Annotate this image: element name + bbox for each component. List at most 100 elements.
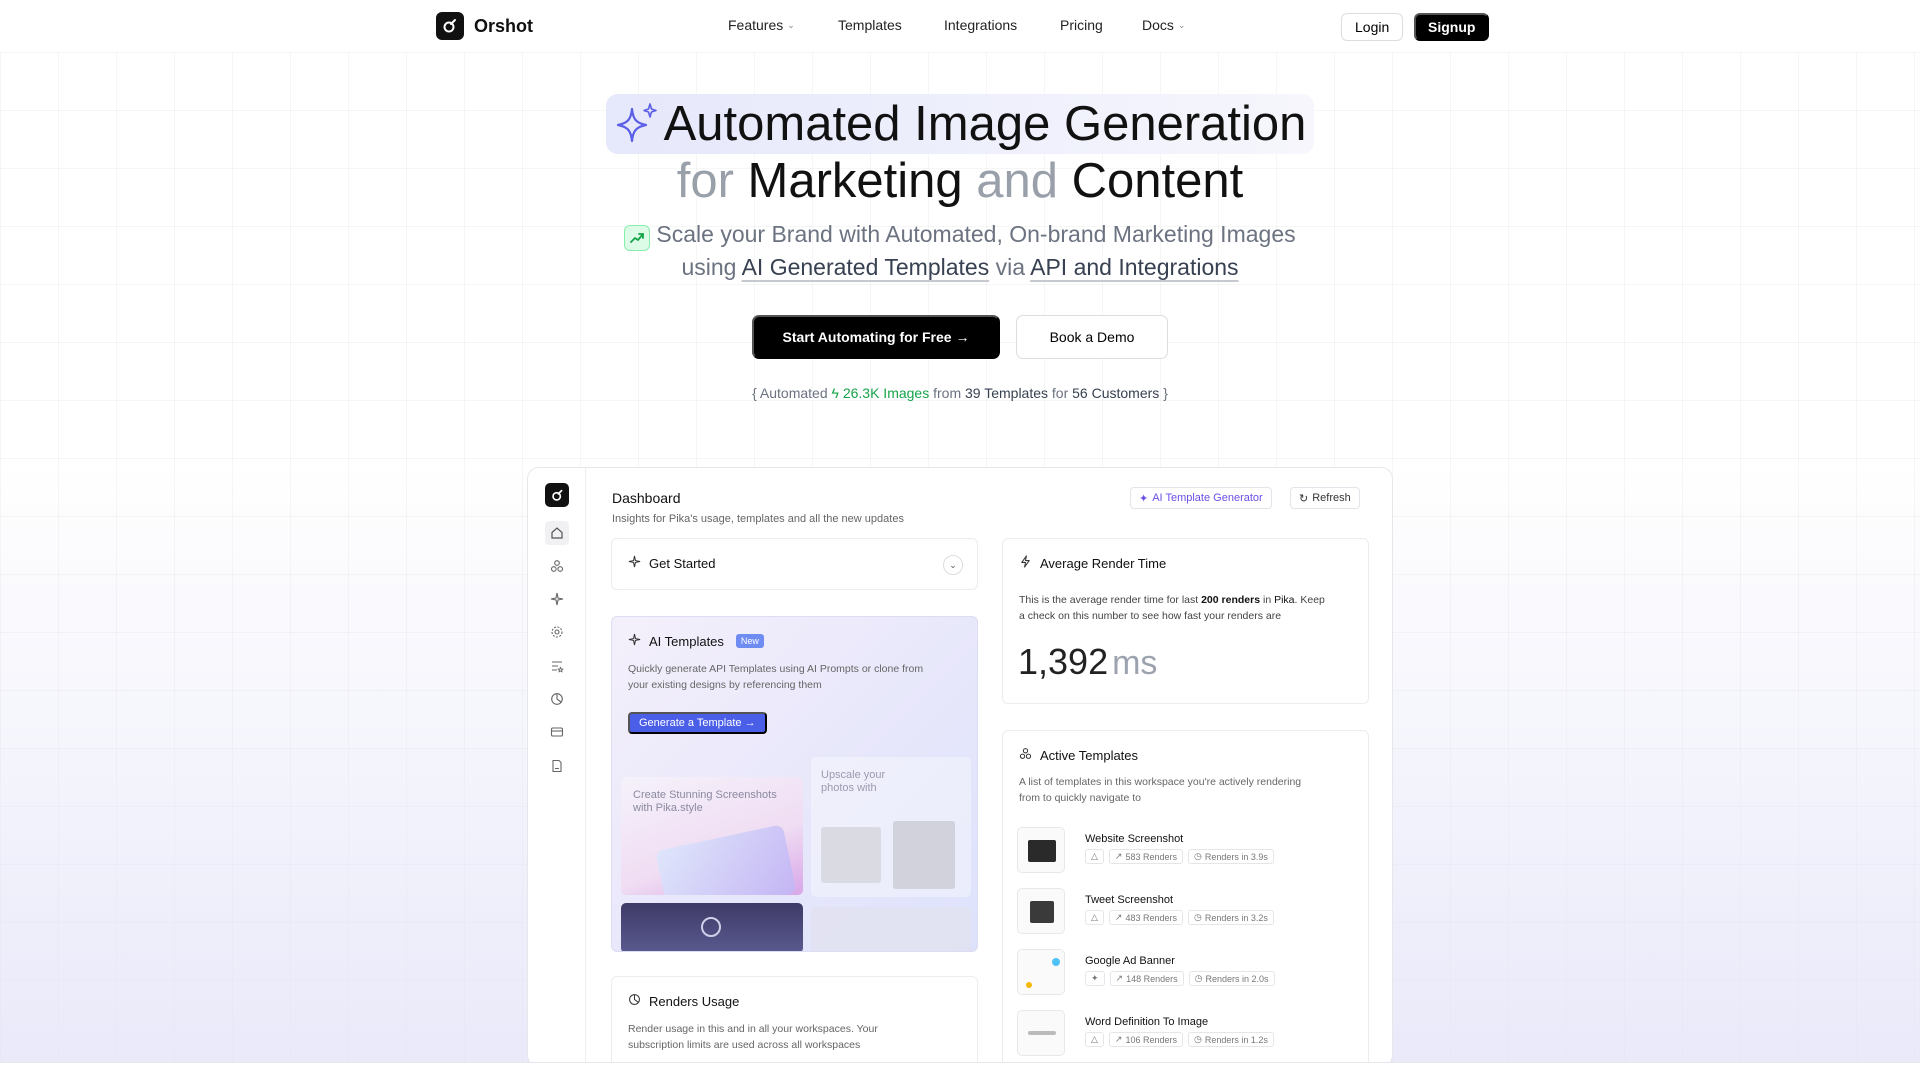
stats-customers: 56 Customers [1072,385,1160,401]
template-name: Tweet Screenshot [1085,894,1174,906]
nav-pricing[interactable]: Pricing [1060,17,1142,33]
sparkle-icon [628,555,641,571]
stats-images-value: 26.3K Images [842,385,930,401]
renders-count-chip: ↗ 483 Renders [1108,910,1184,925]
render-time-chip: ◷ Renders in 2.0s [1188,971,1275,986]
nav-integrations[interactable]: Integrations [944,17,1060,33]
ai-templates-desc: Quickly generate API Templates using AI … [628,661,923,693]
list-star-icon[interactable] [547,656,567,676]
book-demo-button[interactable]: Book a Demo [1016,315,1168,359]
ai-template-generator-button[interactable]: ✦ AI Template Generator [1130,487,1272,509]
avg-desc-c: in [1262,594,1272,606]
thumb-b-line2: photos with [821,782,877,794]
dashboard-subtitle: Insights for Pika's usage, templates and… [612,513,904,525]
main-nav: Features ⌄ Templates Integrations Pricin… [728,17,1185,33]
signup-button[interactable]: Signup [1414,13,1490,41]
template-meta: △ ↗ 106 Renders ◷ Renders in 1.2s [1085,1032,1274,1047]
average-render-time-desc: This is the average render time for last… [1019,592,1325,624]
template-row[interactable]: Google Ad Banner ✦ ↗ 148 Renders ◷ Renders… [1017,949,1357,997]
clock-icon: ◷ [1194,1034,1202,1044]
template-preview-upscale: Upscale your photos with [811,757,971,897]
subheading-via: via [995,254,1025,280]
active-templates-card: Active Templates A list of templates in … [1002,730,1369,1066]
sparkle-icon: ✦ [1139,492,1149,505]
subheading-text: Scale your Brand with Automated, On-bran… [656,221,1296,247]
template-preview-quote [811,907,971,951]
subheading-line2: using AI Generated Templates via API and… [0,251,1920,284]
active-templates-desc-line1: A list of templates in this workspace yo… [1019,776,1302,788]
templates-icon [1019,747,1032,763]
stats-templates: 39 Templates [965,385,1049,401]
brand-logo[interactable]: Orshot [436,12,533,40]
template-meta: △ ↗ 483 Renders ◷ Renders in 3.2s [1085,910,1274,925]
template-name: Google Ad Banner [1085,955,1175,967]
get-started-card[interactable]: Get Started ⌄ [611,538,978,590]
hero-subheading: Scale your Brand with Automated, On-bran… [0,218,1920,284]
hero-word-for: for [676,154,734,208]
templates-icon[interactable] [547,556,567,576]
nav-pricing-label: Pricing [1060,17,1103,33]
avg-desc-a: This is the average render time for last [1019,594,1199,606]
avg-desc-line1: This is the average render time for last… [1019,592,1325,608]
ai-generated-templates-link[interactable]: AI Generated Templates [742,254,990,280]
bolt-icon [1019,555,1032,571]
photo-placeholder [893,821,955,889]
template-row[interactable]: Tweet Screenshot △ ↗ 483 Renders ◷ Renders… [1017,888,1357,936]
render-time-chip: ◷ Renders in 3.9s [1188,849,1274,864]
render-time-chip: ◷ Renders in 3.2s [1188,910,1274,925]
active-templates-title: Active Templates [1040,747,1139,763]
renders-count: 583 Renders [1125,851,1178,862]
settings-gear-icon[interactable] [547,622,567,642]
renders-count: 148 Renders [1126,973,1178,984]
billing-card-icon[interactable] [547,722,567,742]
nav-docs-label: Docs [1142,17,1174,33]
stats-images: ϟ 26.3K Images [832,385,930,401]
orshot-logo-icon [436,12,464,40]
page-bottom-strip [0,1062,1920,1080]
home-icon[interactable] [545,521,569,545]
render-time: Renders in 1.2s [1204,1034,1268,1045]
nav-docs[interactable]: Docs ⌄ [1142,17,1185,33]
hero-heading: Automated Image Generation for Marketing… [0,94,1920,208]
subheading-line1: Scale your Brand with Automated, On-bran… [0,218,1920,251]
nav-features-label: Features [728,17,784,33]
start-automating-button[interactable]: Start Automating for Free → [752,315,1000,359]
stats-from: from [933,385,962,401]
thumb-b-caption: Upscale your photos with [821,769,885,795]
nav-templates[interactable]: Templates [838,17,944,33]
ai-sparkle-icon: ✦ [1085,971,1105,986]
ai-sparkle-icon[interactable] [547,589,567,609]
renders-usage-desc-line2: subscription limits are used across all … [628,1039,861,1051]
trending-up-icon [624,225,651,251]
template-row[interactable]: Word Definition To Image △ ↗ 106 Renders … [1017,1010,1357,1058]
nav-integrations-label: Integrations [944,17,1018,33]
refresh-button[interactable]: ↻ Refresh [1290,487,1360,509]
bolt-icon: ϟ [831,385,839,401]
average-render-time-card: Average Render Time This is the average … [1002,538,1369,704]
ai-templates-title: AI Templates [649,633,724,649]
docs-icon[interactable] [547,756,567,776]
renders-count-chip: ↗ 148 Renders [1109,971,1184,986]
hero-word-marketing: Marketing [747,154,963,208]
template-row[interactable]: Website Screenshot △ ↗ 583 Renders ◷ Rende… [1017,827,1357,875]
login-button[interactable]: Login [1341,13,1404,41]
generate-template-button[interactable]: Generate a Template → [628,712,767,734]
analytics-icon [628,993,641,1009]
nav-features[interactable]: Features ⌄ [728,17,838,33]
template-thumbnail [1017,888,1065,934]
orshot-logo-icon[interactable] [545,483,569,507]
analytics-icon[interactable] [547,689,567,709]
usage-stats: { Automated ϟ 26.3K Images from 39 Templ… [0,385,1920,401]
api-integrations-link[interactable]: API and Integrations [1030,254,1238,280]
renders-usage-header: Renders Usage [628,993,739,1009]
chevron-down-icon[interactable]: ⌄ [943,555,963,575]
clock-icon: ◷ [1194,851,1202,861]
active-templates-desc-line2: from to quickly navigate to [1019,792,1141,804]
trending-up-icon: ↗ [1114,912,1123,922]
hero-word-content: Content [1071,154,1244,208]
avg-desc-line2: a check on this number to see how fast y… [1019,610,1282,622]
renders-usage-desc: Render usage in this and in all your wor… [628,1021,878,1053]
render-time: Renders in 3.9s [1204,851,1268,862]
hero-title-line1: Automated Image Generation [663,97,1307,151]
trending-up-icon: ↗ [1114,851,1123,861]
